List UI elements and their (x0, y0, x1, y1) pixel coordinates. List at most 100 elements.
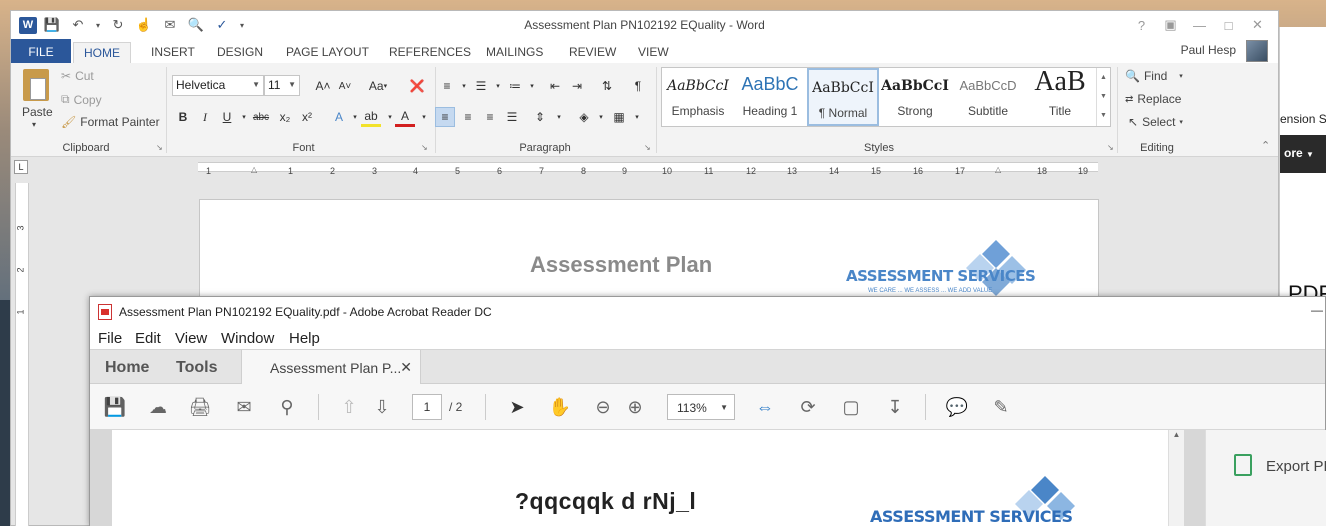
previous-page-icon[interactable]: ⇧ (336, 394, 362, 420)
print-icon[interactable]: 🖨 (187, 394, 213, 420)
help-icon[interactable]: ? (1127, 15, 1156, 35)
close-icon[interactable]: ✕ (1243, 15, 1272, 35)
full-screen-icon[interactable]: ▢ (838, 394, 864, 420)
replace-button[interactable]: ⇄ Replace (1125, 92, 1181, 106)
tab-selector-button[interactable]: L (14, 160, 28, 174)
font-color-icon[interactable]: A (395, 107, 415, 127)
indent-marker-icon[interactable]: △ (251, 165, 257, 174)
paragraph-launcher-icon[interactable]: ↘ (644, 143, 651, 152)
tab-design[interactable]: DESIGN (207, 42, 273, 63)
tab-insert[interactable]: INSERT (141, 42, 205, 63)
align-center-icon[interactable]: ≡ (458, 107, 478, 127)
clear-formatting-icon[interactable]: ❌ (407, 76, 427, 96)
styles-launcher-icon[interactable]: ↘ (1107, 143, 1114, 152)
menu-window[interactable]: Window (221, 330, 274, 347)
shading-dropdown-icon[interactable]: ▾ (591, 107, 611, 127)
page-number-input[interactable]: 1 (412, 394, 442, 420)
hand-tool-icon[interactable]: ✋ (547, 394, 573, 420)
tab-mailings[interactable]: MAILINGS (476, 42, 553, 63)
ruler-bar[interactable]: 1 1 2 3 4 5 6 7 8 9 10 11 12 13 14 15 16… (198, 162, 1098, 176)
borders-icon[interactable]: ▦ (609, 107, 629, 127)
clipboard-launcher-icon[interactable]: ↘ (156, 143, 163, 152)
style-subtitle[interactable]: AaBbCcD Subtitle (952, 68, 1024, 126)
font-color-dropdown-icon[interactable]: ▾ (414, 107, 434, 127)
justify-icon[interactable]: ☰ (502, 107, 522, 127)
export-pdf-icon[interactable] (1234, 454, 1252, 476)
upload-icon[interactable]: ☁ (145, 394, 171, 420)
scroll-down-icon[interactable]: ▼ (1097, 87, 1110, 106)
scroll-up-icon[interactable]: ▲ (1173, 430, 1181, 439)
tab-review[interactable]: REVIEW (559, 42, 626, 63)
format-painter-button[interactable]: 🖌 Format Painter (61, 115, 160, 129)
pdf-page[interactable]: ?qqcqqk d rNj_l ASSESSMENT SERVICES (112, 430, 1168, 526)
fit-page-icon[interactable]: ⇔ (752, 394, 778, 420)
comment-icon[interactable]: 💬 (944, 394, 970, 420)
close-tab-icon[interactable]: ✕ (400, 359, 412, 376)
tab-references[interactable]: REFERENCES (379, 42, 481, 63)
change-case-button[interactable]: Aa ▾ (363, 76, 393, 96)
avatar[interactable] (1246, 40, 1268, 62)
strikethrough-icon[interactable]: abc (251, 107, 271, 127)
save-icon[interactable]: 💾 (102, 394, 128, 420)
find-button[interactable]: 🔍 Find ▾ (1125, 69, 1183, 83)
next-page-icon[interactable]: ⇩ (369, 394, 395, 420)
email-icon[interactable]: ✉ (231, 394, 257, 420)
scroll-mode-icon[interactable]: ↧ (882, 394, 908, 420)
highlight-icon[interactable]: ab (361, 107, 381, 127)
right-indent-marker-icon[interactable]: △ (995, 165, 1001, 174)
minimize-icon[interactable]: — (1311, 303, 1323, 317)
sort-icon[interactable]: ⇅ (597, 76, 617, 96)
cut-button[interactable]: ✂ Cut (61, 69, 94, 83)
collapse-ribbon-icon[interactable]: ⌃ (1261, 139, 1270, 152)
font-size-select[interactable]: 11 ▼ (264, 75, 300, 96)
paste-dropdown-icon[interactable]: ▾ (32, 120, 36, 129)
style-emphasis[interactable]: AaBbCcI Emphasis (662, 68, 734, 126)
increase-indent-icon[interactable]: ⇥ (567, 76, 587, 96)
decrease-indent-icon[interactable]: ⇤ (545, 76, 565, 96)
paste-icon[interactable] (23, 69, 49, 101)
menu-view[interactable]: View (175, 330, 207, 347)
tab-tools[interactable]: Tools (176, 359, 217, 377)
zoom-in-icon[interactable]: ⊕ (622, 394, 648, 420)
select-tool-icon[interactable]: ➤ (504, 394, 530, 420)
export-pdf-button[interactable]: Export PDF (1266, 458, 1326, 475)
tab-page-layout[interactable]: PAGE LAYOUT (276, 42, 379, 63)
align-right-icon[interactable]: ≡ (480, 107, 500, 127)
bold-icon[interactable]: B (173, 107, 193, 127)
line-spacing-dropdown-icon[interactable]: ▾ (549, 107, 569, 127)
menu-edit[interactable]: Edit (135, 330, 161, 347)
show-formatting-marks-icon[interactable]: ¶ (628, 76, 648, 96)
grow-font-icon[interactable]: A˄ (313, 76, 333, 96)
highlight-pen-icon[interactable]: ✎ (988, 394, 1014, 420)
minimize-icon[interactable]: — (1185, 15, 1214, 35)
style-normal[interactable]: AaBbCcI ¶ Normal (807, 68, 879, 126)
align-left-icon[interactable]: ≡ (435, 107, 455, 127)
font-name-select[interactable]: Helvetica ▼ (172, 75, 264, 96)
tab-home[interactable]: HOME (73, 42, 131, 63)
paste-button[interactable]: Paste (22, 105, 53, 119)
scroll-up-icon[interactable]: ▲ (1097, 68, 1110, 87)
multilevel-dropdown-icon[interactable]: ▾ (522, 76, 542, 96)
vertical-scrollbar[interactable]: ▲ (1168, 430, 1184, 526)
menu-help[interactable]: Help (289, 330, 320, 347)
rotate-icon[interactable]: ⟳ (795, 394, 821, 420)
borders-dropdown-icon[interactable]: ▾ (627, 107, 647, 127)
subscript-icon[interactable]: x₂ (275, 107, 295, 127)
select-button[interactable]: ↖ Select ▾ (1128, 115, 1183, 129)
more-styles-icon[interactable]: ▼ (1097, 106, 1110, 125)
line-spacing-icon[interactable]: ⇕ (530, 107, 550, 127)
menu-file[interactable]: File (98, 330, 122, 347)
search-icon[interactable]: ⚲ (274, 394, 300, 420)
user-name[interactable]: Paul Hesp (1181, 43, 1236, 57)
zoom-out-icon[interactable]: ⊖ (590, 394, 616, 420)
shrink-font-icon[interactable]: A˅ (335, 76, 355, 96)
styles-scroll[interactable]: ▲ ▼ ▼ (1096, 68, 1110, 126)
maximize-icon[interactable]: □ (1214, 15, 1243, 35)
style-strong[interactable]: AaBbCcI Strong (879, 68, 951, 126)
tab-file[interactable]: FILE (11, 39, 71, 63)
tab-view[interactable]: VIEW (628, 42, 679, 63)
zoom-select[interactable]: 113% ▼ (667, 394, 735, 420)
tab-home[interactable]: Home (105, 359, 149, 377)
style-title[interactable]: AaB Title (1024, 66, 1096, 126)
tab-document[interactable]: Assessment Plan P... ✕ (241, 350, 421, 385)
